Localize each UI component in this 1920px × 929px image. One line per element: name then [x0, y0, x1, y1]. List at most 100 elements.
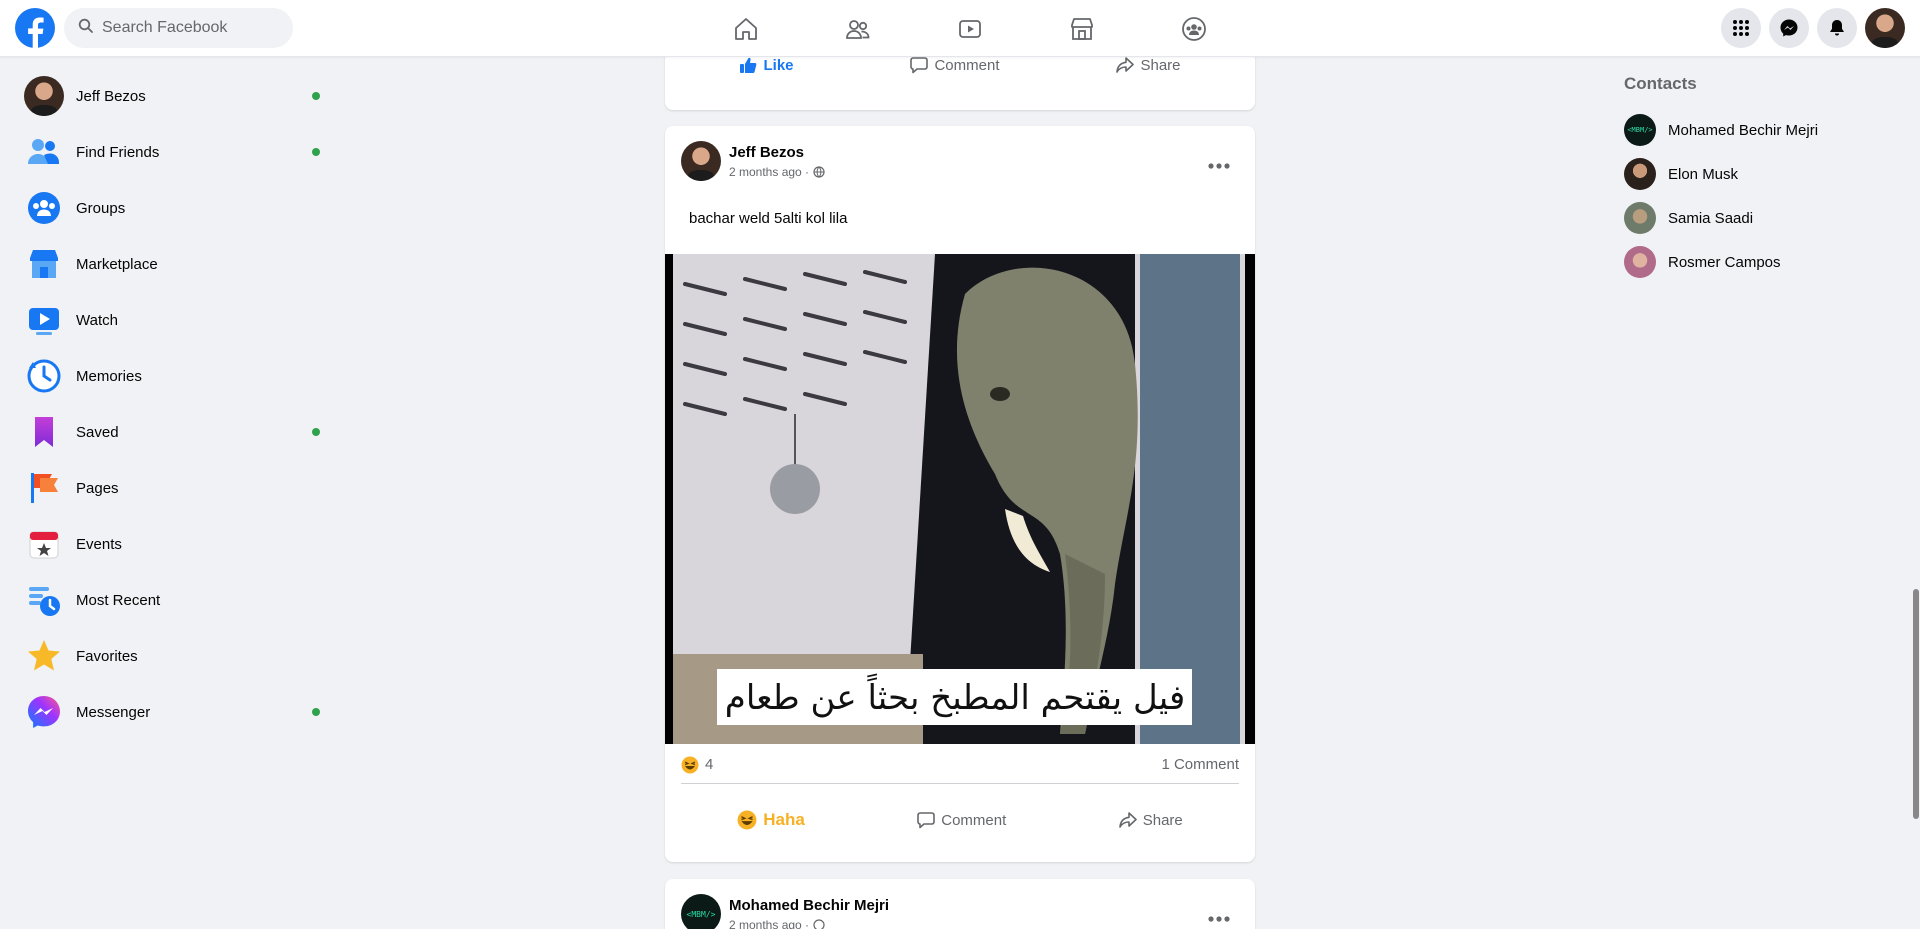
watch-icon	[24, 300, 64, 340]
home-icon	[735, 17, 757, 40]
haha-button[interactable]: Haha	[713, 802, 829, 838]
scrollbar-thumb[interactable]	[1913, 589, 1919, 819]
top-right-actions	[1721, 8, 1905, 48]
messenger-icon	[24, 692, 64, 732]
post-text: bachar weld 5alti kol lila	[689, 210, 848, 227]
page-scrollbar[interactable]	[1912, 57, 1920, 929]
sidebar-item-pages[interactable]: Pages	[16, 460, 336, 516]
messenger-button[interactable]	[1769, 8, 1809, 48]
comment-label: Comment	[941, 811, 1007, 829]
sidebar-item-memories[interactable]: Memories	[16, 348, 336, 404]
post-actions: Haha Comment Share	[681, 798, 1239, 842]
author-avatar[interactable]: <MBM/>	[681, 894, 721, 929]
search-input[interactable]	[102, 19, 282, 37]
marketplace-icon	[24, 244, 64, 284]
contact-item[interactable]: Rosmer Campos	[1616, 240, 1896, 284]
avatar-logo-text: <MBM/>	[686, 909, 716, 919]
reaction-count: 4	[705, 756, 714, 773]
contact-item[interactable]: Elon Musk	[1616, 152, 1896, 196]
comment-icon	[917, 812, 936, 829]
online-indicator	[312, 428, 320, 436]
sidebar-item-most-recent[interactable]: Most Recent	[16, 572, 336, 628]
groups-icon	[1182, 16, 1206, 41]
contact-name: Elon Musk	[1668, 165, 1739, 183]
globe-icon	[813, 165, 825, 178]
friends-icon	[846, 19, 870, 39]
saved-icon	[24, 412, 64, 452]
search-icon	[78, 18, 94, 39]
messenger-icon	[1780, 19, 1798, 37]
sidebar-item-label: Messenger	[76, 703, 151, 721]
profile-avatar[interactable]	[1865, 8, 1905, 48]
next-post-card: <MBM/> Mohamed Bechir Mejri 2 months ago…	[665, 879, 1255, 929]
sidebar-item-label: Most Recent	[76, 591, 161, 609]
online-indicator	[312, 708, 320, 716]
facebook-logo-icon[interactable]	[15, 8, 55, 48]
memories-icon	[24, 356, 64, 396]
sidebar-item-saved[interactable]: Saved	[16, 404, 336, 460]
pages-icon	[24, 468, 64, 508]
sidebar-item-label: Events	[76, 535, 122, 553]
share-icon	[1116, 57, 1135, 73]
post-card: Jeff Bezos 2 months ago · bachar weld 5a…	[665, 126, 1255, 862]
contact-name: Mohamed Bechir Mejri	[1668, 121, 1819, 139]
marketplace-icon	[1071, 17, 1093, 40]
haha-label: Haha	[763, 810, 805, 829]
haha-reaction-icon	[681, 756, 699, 773]
post-timestamp[interactable]: 2 months ago ·	[729, 918, 809, 929]
nav-marketplace-tab[interactable]	[1026, 0, 1138, 57]
main-nav	[690, 0, 1250, 57]
comment-button[interactable]: Comment	[893, 803, 1030, 837]
post-header: Jeff Bezos 2 months ago ·	[681, 141, 825, 181]
post-author[interactable]: Jeff Bezos	[729, 144, 825, 161]
haha-reaction-icon	[737, 810, 757, 830]
share-button[interactable]: Share	[1095, 803, 1207, 837]
contact-item[interactable]: <MBM/> Mohamed Bechir Mejri	[1616, 108, 1896, 152]
menu-grid-icon	[1733, 20, 1749, 36]
nav-friends-tab[interactable]	[802, 0, 914, 57]
post-options-button[interactable]	[1201, 148, 1237, 184]
online-indicator	[312, 92, 320, 100]
sidebar-item-watch[interactable]: Watch	[16, 292, 336, 348]
sidebar-item-messenger[interactable]: Messenger	[16, 684, 336, 740]
most-recent-icon	[24, 580, 64, 620]
more-options-icon	[1208, 163, 1230, 169]
contact-name: Rosmer Campos	[1668, 253, 1781, 271]
post-author[interactable]: Mohamed Bechir Mejri	[729, 897, 889, 914]
sidebar-item-marketplace[interactable]: Marketplace	[16, 236, 336, 292]
sidebar-item-label: Find Friends	[76, 143, 160, 161]
notifications-button[interactable]	[1817, 8, 1857, 48]
post-options-button[interactable]	[1201, 901, 1237, 929]
comment-label: Comment	[934, 56, 1000, 74]
nav-home-tab[interactable]	[690, 0, 802, 57]
comment-count[interactable]: 1 Comment	[1161, 756, 1239, 773]
sidebar-item-label: Memories	[76, 367, 142, 385]
menu-button[interactable]	[1721, 8, 1761, 48]
nav-groups-tab[interactable]	[1138, 0, 1250, 57]
sidebar-item-find-friends[interactable]: Find Friends	[16, 124, 336, 180]
nav-watch-tab[interactable]	[914, 0, 1026, 57]
events-icon	[24, 524, 64, 564]
search-box[interactable]	[64, 8, 293, 48]
post-image[interactable]: فيل يقتحم المطبخ بحثاً عن طعام	[665, 254, 1255, 744]
sidebar-item-favorites[interactable]: Favorites	[16, 628, 336, 684]
reaction-summary[interactable]: 4	[681, 756, 713, 774]
post-timestamp[interactable]: 2 months ago ·	[729, 165, 809, 179]
groups-icon	[24, 188, 64, 228]
watch-icon	[959, 19, 981, 38]
notifications-icon	[1830, 20, 1844, 36]
favorites-icon	[24, 636, 64, 676]
contacts-title: Contacts	[1624, 74, 1697, 93]
sidebar-item-profile[interactable]: Jeff Bezos	[16, 68, 336, 124]
more-options-icon	[1208, 916, 1230, 922]
author-avatar[interactable]	[681, 141, 721, 181]
sidebar-item-groups[interactable]: Groups	[16, 180, 336, 236]
contact-avatar	[1624, 202, 1656, 234]
sidebar-item-label: Saved	[76, 423, 119, 441]
contact-item[interactable]: Samia Saadi	[1616, 196, 1896, 240]
sidebar-item-events[interactable]: Events	[16, 516, 336, 572]
image-caption: فيل يقتحم المطبخ بحثاً عن طعام	[725, 673, 1185, 718]
share-label: Share	[1142, 811, 1183, 829]
thumbs-up-icon	[740, 57, 757, 73]
post-header: <MBM/> Mohamed Bechir Mejri 2 months ago…	[681, 894, 889, 929]
